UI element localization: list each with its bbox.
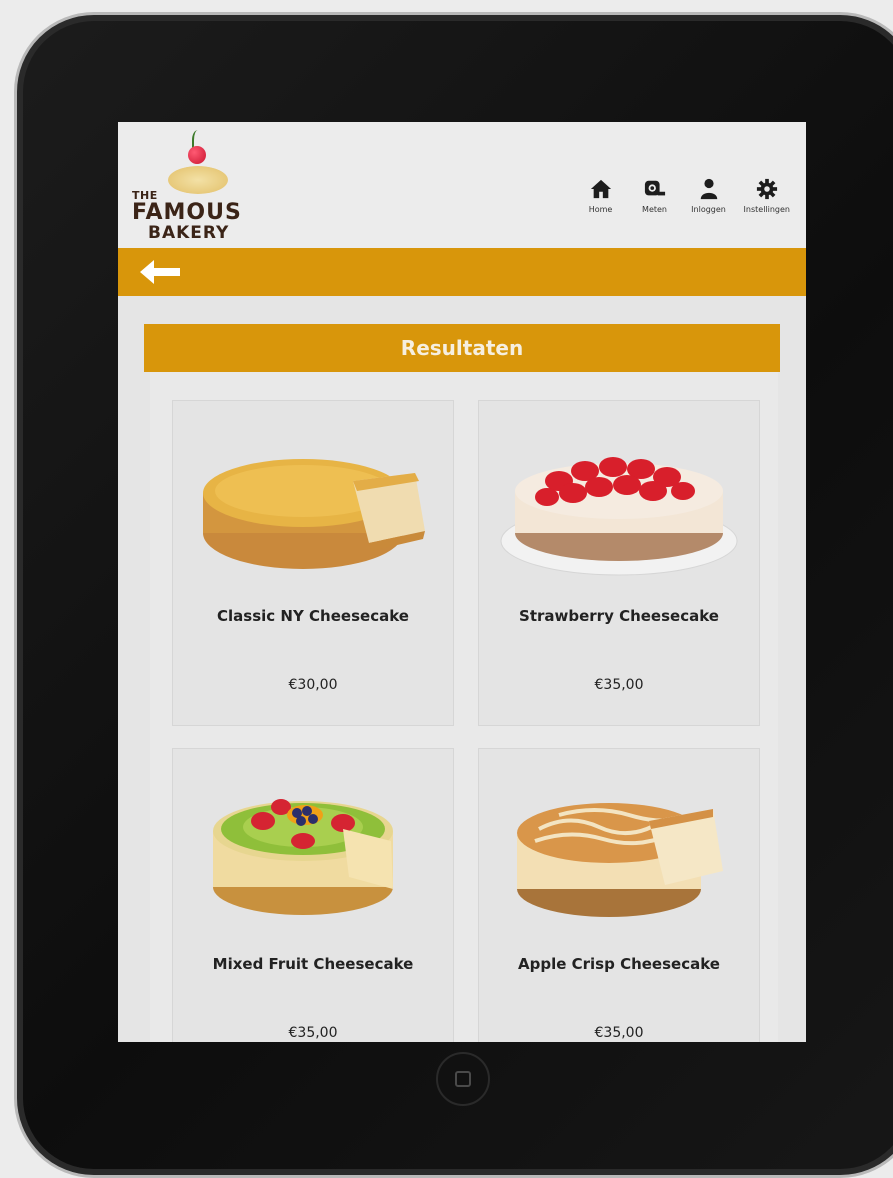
product-price: €35,00 [594, 1025, 644, 1041]
nav-inloggen-label: Inloggen [691, 205, 726, 214]
arrow-left-icon [140, 260, 180, 284]
nav-instellingen-label: Instellingen [743, 205, 790, 214]
bakery-logo[interactable]: THE FAMOUS BAKERY [132, 128, 252, 244]
product-name: Apple Crisp Cheesecake [518, 955, 720, 973]
product-name: Classic NY Cheesecake [217, 607, 409, 625]
cherry-icon [188, 146, 206, 164]
measuring-tape-icon [644, 180, 665, 196]
top-nav: Home Meten Inloggen Instellingen [582, 178, 790, 214]
product-card-strawberry[interactable]: Strawberry Cheesecake €35,00 [478, 400, 760, 726]
results-grid: Classic NY Cheesecake €30,00 Strawberry … [150, 372, 778, 1042]
apple-crisp-cheesecake-image [517, 803, 723, 917]
user-icon [700, 178, 717, 200]
strawberry-cheesecake-image [500, 457, 738, 576]
product-card-classic-ny[interactable]: Classic NY Cheesecake €30,00 [172, 400, 454, 726]
app-header: THE FAMOUS BAKERY Home Meten Inloggen In… [118, 122, 806, 248]
product-card-apple-crisp[interactable]: Apple Crisp Cheesecake €35,00 [478, 748, 760, 1042]
nav-meten-label: Meten [642, 205, 667, 214]
product-price: €35,00 [594, 677, 644, 693]
results-heading: Resultaten [144, 324, 780, 372]
nav-meten[interactable]: Meten [636, 178, 674, 214]
mixed-fruit-cheesecake-image [213, 799, 393, 915]
nav-inloggen[interactable]: Inloggen [690, 178, 728, 214]
product-name: Strawberry Cheesecake [519, 607, 719, 625]
logo-line-famous: FAMOUS [132, 200, 242, 225]
app-screen: THE FAMOUS BAKERY Home Meten Inloggen In… [118, 122, 806, 1042]
product-name: Mixed Fruit Cheesecake [212, 955, 414, 973]
back-bar [118, 248, 806, 296]
device-home-button[interactable] [436, 1052, 490, 1106]
nav-home[interactable]: Home [582, 178, 620, 214]
product-card-mixed-fruit[interactable]: Mixed Fruit Cheesecake €35,00 [172, 748, 454, 1042]
back-button[interactable] [138, 258, 182, 286]
product-price: €30,00 [288, 677, 338, 693]
logo-line-bakery: BAKERY [148, 223, 230, 243]
nav-home-label: Home [588, 205, 613, 214]
gear-icon [756, 178, 777, 200]
product-price: €35,00 [288, 1025, 338, 1041]
home-icon [590, 179, 611, 199]
nav-instellingen[interactable]: Instellingen [744, 178, 790, 214]
classic-cheesecake-image [203, 459, 425, 569]
square-icon [455, 1071, 471, 1087]
logo-text: THE FAMOUS BAKERY [132, 190, 252, 242]
